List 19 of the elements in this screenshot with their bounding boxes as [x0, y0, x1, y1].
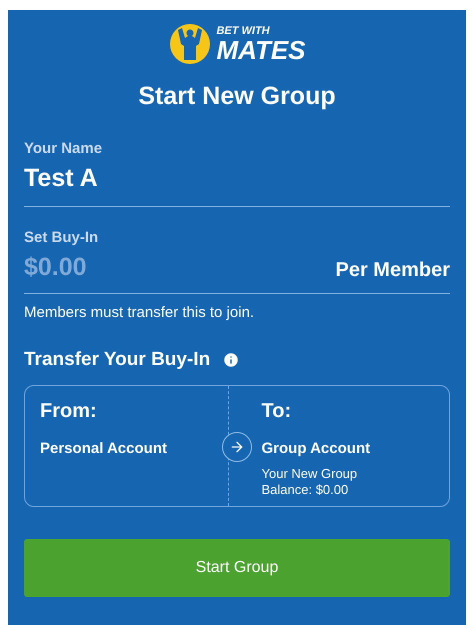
name-field[interactable]: Test A	[24, 160, 450, 198]
cheering-figure-icon	[168, 22, 212, 66]
from-account: Personal Account	[40, 438, 168, 458]
buy-in-note: Members must transfer this to join.	[24, 302, 256, 322]
buy-in-field[interactable]: $0.00	[24, 249, 224, 286]
to-account: Group Account	[262, 438, 372, 458]
start-group-button[interactable]: Start Group	[24, 538, 450, 596]
group-detail: Your New Group	[262, 466, 358, 482]
logo-tagline: BET WITH	[216, 26, 271, 36]
per-member-label: Per Member	[336, 258, 450, 282]
logo-wordmark: MATES	[216, 36, 306, 62]
page-title: Start New Group	[137, 81, 337, 112]
field-label: Set Buy-In	[24, 228, 100, 248]
field-label: Your Name	[24, 138, 104, 158]
to-label: To:	[262, 398, 292, 424]
from-label: From:	[40, 398, 98, 424]
info-icon[interactable]	[222, 351, 240, 370]
section-heading: Transfer Your Buy-In	[24, 348, 210, 372]
group-balance: Balance: $0.00	[262, 482, 350, 498]
